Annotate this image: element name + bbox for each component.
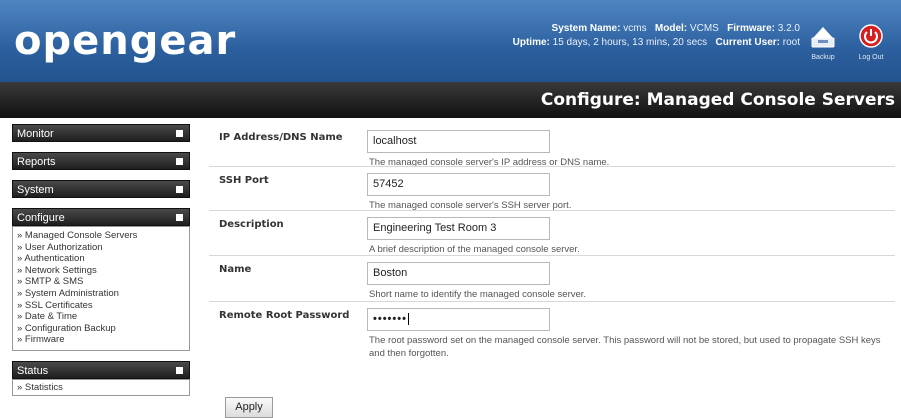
- managed-console-server-form: IP Address/DNS Name localhost The manage…: [209, 124, 895, 363]
- sidebar: Monitor Reports System Configure » Manag…: [12, 124, 190, 406]
- backup-label: Backup: [811, 54, 835, 61]
- logout-button[interactable]: Log Out: [851, 24, 891, 61]
- sidebar-monitor-label: Monitor: [17, 128, 54, 140]
- ssh-port-label: SSH Port: [219, 175, 269, 186]
- sidebar-status[interactable]: Status: [12, 360, 190, 379]
- model-value: VCMS: [689, 23, 719, 34]
- sidebar-configure-label: Configure: [17, 212, 65, 224]
- password-label: Remote Root Password: [219, 310, 350, 321]
- form-row-ip: IP Address/DNS Name localhost The manage…: [209, 124, 895, 168]
- form-row-password: Remote Root Password ••••••• The root pa…: [209, 301, 895, 363]
- uptime-value: 15 days, 2 hours, 13 mins, 20 secs: [552, 37, 708, 48]
- sidebar-item-date-time[interactable]: » Date & Time: [17, 311, 185, 323]
- sidebar-item-configuration-backup[interactable]: » Configuration Backup: [17, 323, 185, 335]
- sidebar-item-firmware[interactable]: » Firmware: [17, 334, 185, 346]
- sidebar-item-smtp-sms[interactable]: » SMTP & SMS: [17, 276, 185, 288]
- sidebar-configure[interactable]: Configure: [12, 208, 190, 226]
- app-header: opengear System Name: vcms Model: VCMS F…: [0, 0, 901, 82]
- sidebar-status-label: Status: [17, 364, 49, 377]
- name-label: Name: [219, 264, 252, 275]
- system-name-label: System Name:: [551, 23, 621, 34]
- expand-icon: [176, 130, 183, 137]
- password-input[interactable]: •••••••: [367, 308, 550, 331]
- sidebar-item-user-authorization[interactable]: » User Authorization: [17, 242, 185, 254]
- current-user-value: root: [782, 37, 800, 48]
- collapse-icon: [176, 366, 183, 374]
- sidebar-item-managed-console-servers[interactable]: » Managed Console Servers: [17, 230, 185, 242]
- description-input[interactable]: Engineering Test Room 3: [367, 217, 550, 240]
- firmware-label: Firmware:: [727, 23, 775, 34]
- expand-icon: [176, 158, 183, 165]
- current-user-label: Current User:: [715, 37, 780, 48]
- sidebar-reports[interactable]: Reports: [12, 152, 190, 170]
- form-row-description: Description Engineering Test Room 3 A br…: [209, 210, 895, 255]
- sidebar-item-system-administration[interactable]: » System Administration: [17, 288, 185, 300]
- sidebar-item-statistics[interactable]: » Statistics: [17, 382, 185, 394]
- firmware-value: 3.2.0: [777, 23, 800, 34]
- sidebar-system-label: System: [17, 184, 54, 196]
- backup-button[interactable]: Backup: [803, 24, 843, 61]
- model-label: Model:: [654, 23, 688, 34]
- text-cursor: [407, 313, 409, 326]
- expand-icon: [176, 186, 183, 193]
- opengear-logo: opengear: [14, 18, 237, 64]
- ip-address-label: IP Address/DNS Name: [219, 132, 343, 143]
- sidebar-reports-label: Reports: [17, 156, 56, 168]
- sidebar-item-ssl-certificates[interactable]: » SSL Certificates: [17, 300, 185, 312]
- ssh-port-input[interactable]: 57452: [367, 173, 550, 196]
- collapse-icon: [176, 214, 183, 221]
- form-row-name: Name Boston Short name to identify the m…: [209, 255, 895, 301]
- logout-label: Log Out: [858, 54, 884, 61]
- page-title: Configure: Managed Console Servers: [540, 90, 895, 110]
- sidebar-item-authentication[interactable]: » Authentication: [17, 253, 185, 265]
- form-row-ssh-port: SSH Port 57452 The managed console serve…: [209, 166, 895, 211]
- sidebar-monitor[interactable]: Monitor: [12, 124, 190, 142]
- backup-icon: [810, 27, 836, 52]
- title-bar: Configure: Managed Console Servers: [0, 82, 901, 118]
- name-input[interactable]: Boston: [367, 262, 550, 285]
- sidebar-system[interactable]: System: [12, 180, 190, 198]
- system-name-value: vcms: [623, 23, 647, 34]
- sidebar-item-network-settings[interactable]: » Network Settings: [17, 265, 185, 277]
- system-info: System Name: vcms Model: VCMS Firmware: …: [420, 22, 800, 50]
- ip-address-input[interactable]: localhost: [367, 130, 550, 153]
- uptime-label: Uptime:: [512, 37, 550, 48]
- status-menu: » Statistics: [12, 378, 190, 396]
- power-icon: [858, 24, 884, 52]
- password-value: •••••••: [373, 313, 407, 325]
- password-help: The root password set on the managed con…: [369, 335, 881, 359]
- description-label: Description: [219, 219, 284, 230]
- configure-menu: » Managed Console Servers » User Authori…: [12, 226, 190, 351]
- apply-button[interactable]: Apply: [225, 397, 273, 418]
- name-help: Short name to identify the managed conso…: [369, 289, 587, 300]
